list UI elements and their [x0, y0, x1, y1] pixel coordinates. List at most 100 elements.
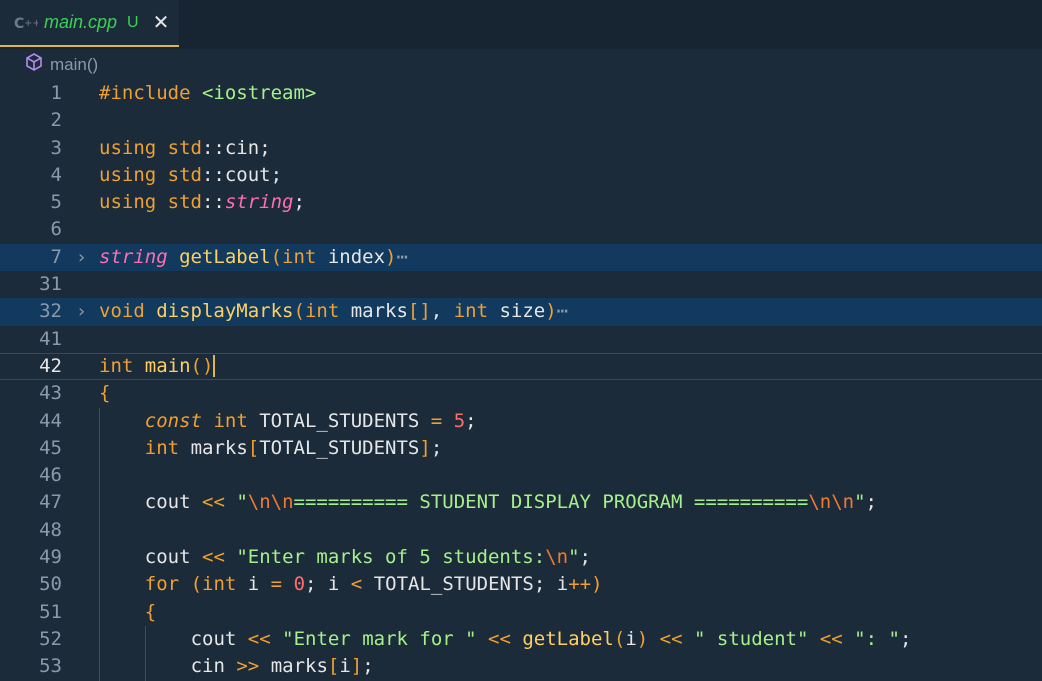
token: ⋯ [396, 245, 408, 268]
code-text: { [145, 599, 156, 626]
token: cout [144, 546, 202, 569]
code-line[interactable]: 41 [0, 326, 1042, 353]
indent-guide [99, 462, 100, 490]
token: int [304, 300, 351, 323]
token: " [236, 491, 248, 514]
token: cout [224, 163, 271, 186]
code-line[interactable]: 51 { [0, 598, 1042, 626]
token: ; [579, 546, 591, 569]
token: ( [613, 627, 626, 650]
token: int [99, 354, 145, 377]
token: marks [190, 436, 248, 459]
token: 5 [453, 409, 466, 432]
token: " student" [694, 627, 820, 650]
token: std [167, 163, 202, 186]
code-line[interactable]: 50 for (int i = 0; i < TOTAL_STUDENTS; i+… [0, 571, 1042, 599]
code-line[interactable]: 2 [0, 107, 1042, 134]
code-line[interactable]: 7 › string getLabel(int index)⋯ [0, 243, 1042, 272]
fold-chevron-icon[interactable]: › [76, 244, 87, 271]
token: >> [236, 655, 271, 678]
token: size [499, 300, 546, 323]
token: "Enter mark for " [282, 627, 489, 650]
code-line[interactable]: 47 cout << "\n\n========== STUDENT DISPLA… [0, 489, 1042, 517]
token: :: [201, 191, 225, 214]
close-icon[interactable]: ✕ [153, 13, 170, 33]
token: ( [270, 245, 283, 268]
indent-guide [99, 625, 100, 654]
line-number: 31 [39, 273, 62, 296]
code-line[interactable]: 3 using std::cin; [0, 135, 1042, 162]
line-number: 50 [39, 573, 62, 596]
fold-chevron-icon[interactable]: › [76, 298, 87, 325]
code-text: { [99, 380, 110, 407]
line-number: 44 [39, 409, 62, 432]
cpp-file-icon: C ++ [14, 13, 38, 33]
token: i [625, 627, 637, 650]
token: ; [533, 573, 557, 596]
git-untracked-badge: U [127, 13, 139, 31]
token: int [144, 436, 191, 459]
code-line[interactable]: 1 #include <iostream> [0, 80, 1042, 107]
code-line[interactable]: 48 [0, 516, 1042, 545]
tab-filename: main.cpp [44, 12, 118, 32]
line-number: 47 [39, 491, 62, 514]
line-number: 53 [39, 655, 62, 678]
token: < [350, 573, 374, 596]
token: for [144, 573, 191, 596]
code-text: void displayMarks(int marks[], int size)… [99, 298, 568, 325]
code-editor[interactable]: 1 #include <iostream> 2 3 using std::cin; 4 us… [0, 80, 1042, 681]
code-line[interactable]: 46 [0, 462, 1042, 490]
line-number: 3 [50, 136, 62, 159]
breadcrumb-symbol[interactable]: main() [50, 55, 98, 75]
token: "Enter marks of 5 students: [236, 546, 546, 569]
token: [ [247, 436, 260, 459]
token: std [167, 191, 202, 214]
code-line[interactable]: 32 › void displayMarks(int marks[], int si… [0, 298, 1042, 326]
code-text: using std::cout; [99, 162, 282, 189]
code-line[interactable]: 43 { [0, 380, 1042, 407]
svg-text:C: C [14, 16, 24, 32]
token: ; [259, 136, 271, 159]
code-line[interactable]: 52 cout << "Enter mark for " << getLabel(… [0, 625, 1042, 654]
line-number: 42 [39, 354, 62, 377]
token: TOTAL_STUDENTS [259, 409, 431, 432]
token: ": " [854, 627, 900, 650]
code-text: cout << "Enter mark for " << getLabel(i)… [191, 626, 912, 653]
indent-guide [99, 544, 100, 572]
token: void [99, 300, 157, 323]
code-line[interactable]: 45 int marks[TOTAL_STUDENTS]; [0, 434, 1042, 463]
code-line[interactable]: 49 cout << "Enter marks of 5 students:\n"… [0, 544, 1042, 572]
token: [ [327, 655, 340, 678]
token: ) [636, 627, 649, 650]
code-line[interactable]: 6 [0, 216, 1042, 243]
indent-guide [144, 653, 146, 681]
token: cout [144, 491, 202, 514]
token: i [247, 573, 271, 596]
token: getLabel [179, 245, 271, 268]
token: ; [899, 627, 912, 650]
token: marks [270, 655, 328, 678]
line-number: 52 [39, 627, 62, 650]
line-number: 41 [39, 327, 62, 350]
token: int [282, 245, 328, 268]
code-line[interactable]: 4 using std::cout; [0, 162, 1042, 189]
token: using [99, 191, 168, 214]
token: i [327, 573, 351, 596]
code-line[interactable]: 44 const int TOTAL_STUDENTS = 5; [0, 407, 1042, 435]
code-text: using std::string; [99, 189, 305, 216]
code-line[interactable]: 31 [0, 271, 1042, 298]
token: << [648, 627, 694, 650]
tab-main-cpp[interactable]: C ++ main.cpp U ✕ [0, 0, 179, 47]
token: index [327, 245, 386, 268]
line-number: 4 [50, 163, 62, 186]
token: #include [99, 82, 202, 104]
code-text: for (int i = 0; i < TOTAL_STUDENTS; i++) [145, 571, 603, 598]
token: << [488, 627, 523, 650]
code-line[interactable]: 42 int main() [0, 353, 1042, 380]
token: () [190, 354, 214, 377]
code-line[interactable]: 53 cin >> marks[i]; [0, 653, 1042, 681]
token: int [202, 573, 248, 596]
code-line[interactable]: 5 using std::string; [0, 189, 1042, 216]
token: { [99, 382, 111, 405]
token: << [202, 491, 237, 514]
